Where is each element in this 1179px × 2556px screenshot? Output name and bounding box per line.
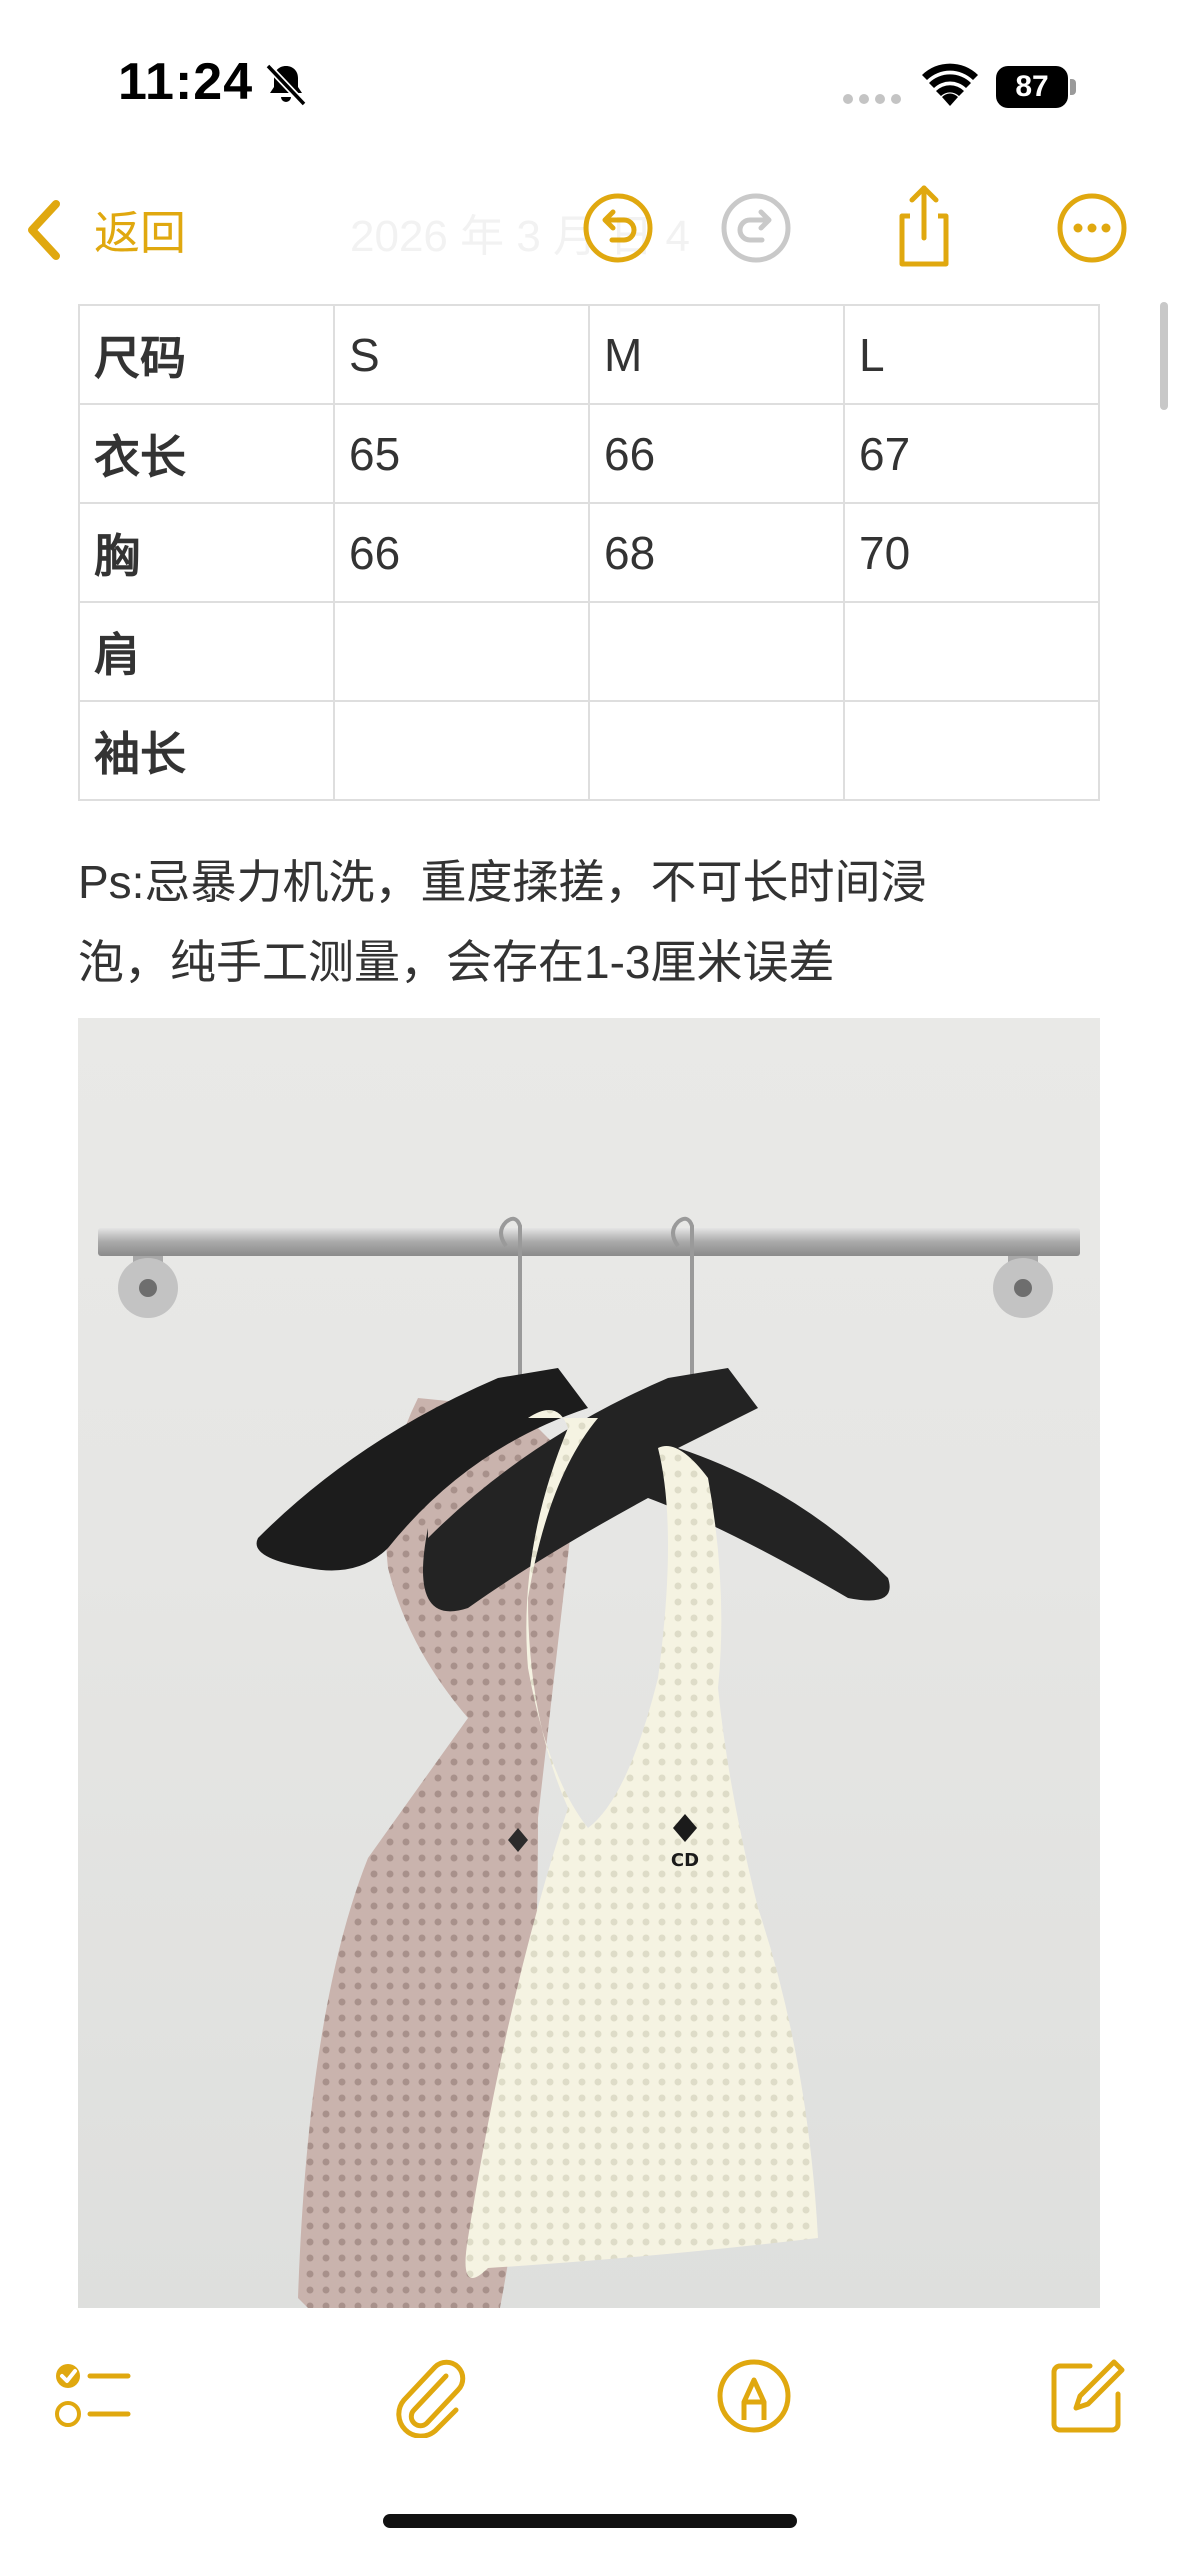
table-cell[interactable] xyxy=(843,601,1100,702)
cellular-signal-icon xyxy=(843,94,901,104)
brand-logo-text: CD xyxy=(671,1850,699,1871)
back-label: 返回 xyxy=(94,207,186,259)
undo-icon[interactable] xyxy=(580,190,656,266)
table-row: 肩 xyxy=(78,601,1100,702)
markup-pen-icon[interactable] xyxy=(712,2354,796,2438)
table-cell[interactable]: 肩 xyxy=(78,601,335,702)
table-cell[interactable]: 尺码 xyxy=(78,304,335,405)
table-cell[interactable]: 66 xyxy=(588,403,845,504)
status-bar: 11:24 87 xyxy=(0,0,1179,160)
share-icon[interactable] xyxy=(886,182,962,270)
table-cell[interactable]: S xyxy=(333,304,590,405)
bottom-toolbar xyxy=(0,2340,1179,2450)
battery-level: 87 xyxy=(996,66,1068,108)
table-cell[interactable] xyxy=(588,601,845,702)
table-cell[interactable] xyxy=(333,700,590,801)
bell-slash-icon xyxy=(265,63,307,107)
redo-icon[interactable] xyxy=(718,190,794,266)
table-row: 袖长 xyxy=(78,700,1100,801)
table-cell[interactable]: 胸 xyxy=(78,502,335,603)
battery-icon: 87 xyxy=(996,66,1076,108)
table-cell[interactable]: L xyxy=(843,304,1100,405)
more-icon[interactable] xyxy=(1054,190,1130,266)
care-note-line: 泡，纯手工测量，会存在1-3厘米误差 xyxy=(78,936,835,988)
table-row: 尺码 S M L xyxy=(78,304,1100,405)
care-note-line: Ps:忌暴力机洗，重度揉搓，不可长时间浸 xyxy=(78,856,927,908)
home-indicator[interactable] xyxy=(383,2514,797,2528)
nav-bar: 返回 2026 年 3 月 日 4 xyxy=(0,170,1179,290)
table-row: 衣长 65 66 67 xyxy=(78,403,1100,504)
table-cell[interactable]: 袖长 xyxy=(78,700,335,801)
scroll-indicator[interactable] xyxy=(1160,302,1168,410)
table-cell[interactable]: 衣长 xyxy=(78,403,335,504)
size-table: 尺码 S M L 衣长 65 66 67 胸 66 68 70 肩 袖长 xyxy=(78,304,1100,801)
table-cell[interactable]: 67 xyxy=(843,403,1100,504)
wifi-icon xyxy=(922,63,978,106)
table-cell[interactable]: 66 xyxy=(333,502,590,603)
back-button[interactable]: 返回 xyxy=(24,192,186,268)
table-cell[interactable]: 65 xyxy=(333,403,590,504)
chevron-left-icon xyxy=(28,200,60,260)
status-time: 11:24 xyxy=(118,53,254,111)
paperclip-icon[interactable] xyxy=(386,2354,470,2438)
table-cell[interactable]: 68 xyxy=(588,502,845,603)
table-cell[interactable] xyxy=(333,601,590,702)
table-cell[interactable]: 70 xyxy=(843,502,1100,603)
care-note[interactable]: Ps:忌暴力机洗，重度揉搓，不可长时间浸 泡，纯手工测量，会存在1-3厘米误差 xyxy=(78,842,1118,1002)
table-cell[interactable] xyxy=(843,700,1100,801)
table-cell[interactable]: M xyxy=(588,304,845,405)
product-photo[interactable]: CD xyxy=(78,1018,1100,2308)
table-row: 胸 66 68 70 xyxy=(78,502,1100,603)
checklist-icon[interactable] xyxy=(50,2354,134,2438)
product-photo-drawing: CD xyxy=(98,1216,1080,2308)
compose-icon[interactable] xyxy=(1044,2354,1128,2438)
table-cell[interactable] xyxy=(588,700,845,801)
